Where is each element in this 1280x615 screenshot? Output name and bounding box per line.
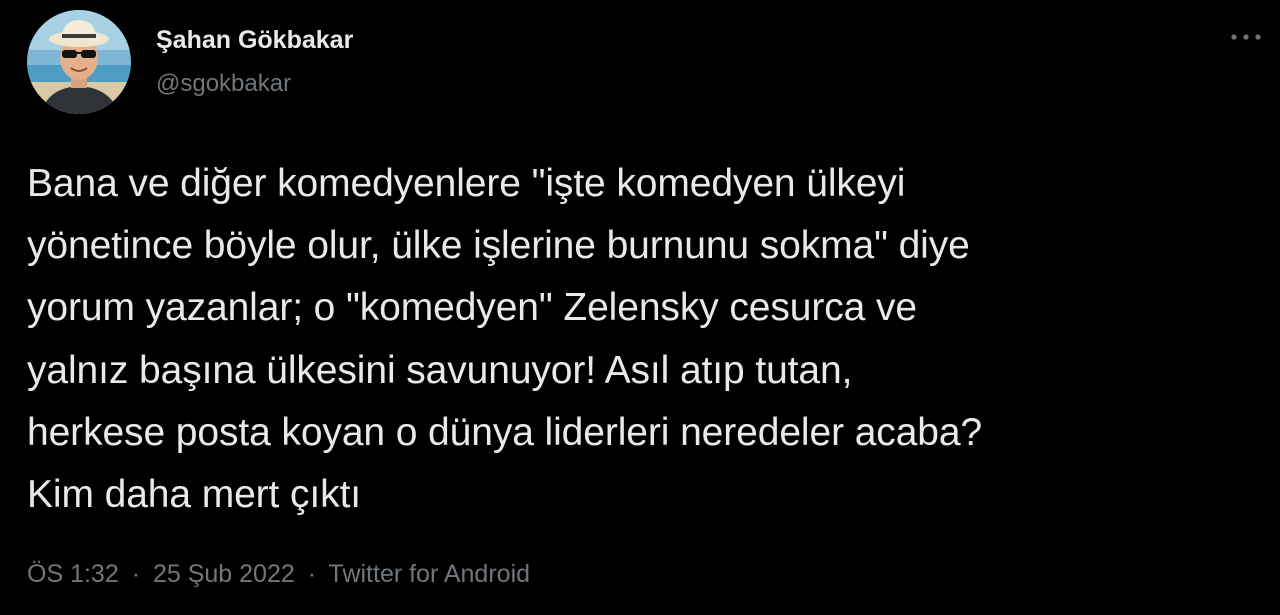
tweet-date-link[interactable]: 25 Şub 2022	[153, 560, 295, 588]
tweet-source-link[interactable]: Twitter for Android	[329, 560, 530, 588]
tweet-text: Bana ve diğer komedyenlere "işte komedye…	[27, 162, 983, 517]
meta-separator: ·	[307, 560, 317, 588]
author-handle[interactable]: @sgokbakar	[156, 60, 353, 108]
avatar-photo-icon	[27, 10, 131, 114]
more-horizontal-icon	[1231, 34, 1261, 40]
author-info: Şahan Gökbakar @sgokbakar	[156, 20, 353, 108]
meta-separator: ·	[131, 560, 141, 588]
tweet-card: Şahan Gökbakar @sgokbakar Bana ve diğer …	[0, 0, 1280, 615]
tweet-time-link[interactable]: ÖS 1:32	[27, 560, 119, 588]
tweet-metadata: ÖS 1:32 · 25 Şub 2022 · Twitter for Andr…	[27, 556, 530, 592]
more-options-button[interactable]	[1228, 25, 1264, 49]
author-avatar[interactable]	[27, 10, 131, 114]
author-display-name[interactable]: Şahan Gökbakar	[156, 20, 353, 60]
